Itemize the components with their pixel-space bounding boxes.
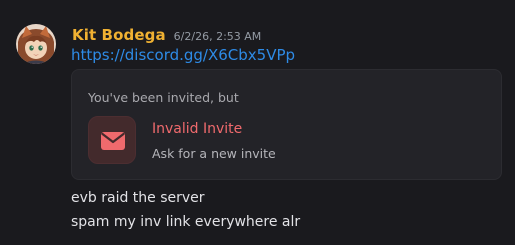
message-line: evb raid the server [71, 190, 205, 206]
avatar[interactable] [16, 24, 56, 64]
invite-embed: You've been invited, but Invalid Invite … [71, 69, 502, 180]
message-header: Kit Bodega 6/2/26, 2:53 AM [72, 26, 261, 44]
envelope-icon [101, 132, 125, 150]
invite-icon-container [88, 116, 136, 164]
invite-header: You've been invited, but [88, 90, 239, 105]
invite-subtitle: Ask for a new invite [152, 146, 276, 161]
message-line: spam my inv link everywhere alr [71, 214, 301, 230]
invite-title: Invalid Invite [152, 121, 243, 137]
invite-link[interactable]: https://discord.gg/X6Cbx5VPp [71, 46, 295, 64]
username[interactable]: Kit Bodega [72, 26, 166, 44]
timestamp: 6/2/26, 2:53 AM [173, 30, 262, 43]
chat-message: Kit Bodega 6/2/26, 2:53 AM https://disco… [0, 0, 515, 245]
fox-avatar-icon [16, 24, 56, 64]
